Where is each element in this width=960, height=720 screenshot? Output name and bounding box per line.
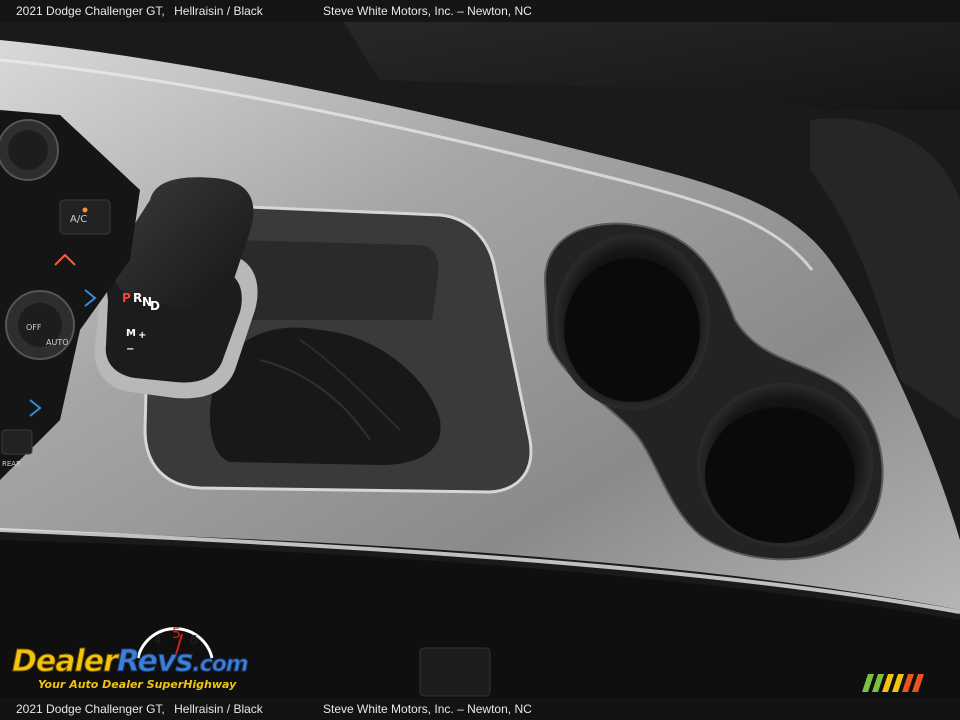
logo-text-dealer: Dealer bbox=[12, 644, 119, 680]
caption-dash: – bbox=[457, 702, 464, 716]
svg-text:P: P bbox=[122, 291, 131, 305]
dealer-name: Steve White Motors, Inc. bbox=[323, 4, 454, 18]
svg-text:D: D bbox=[150, 299, 160, 313]
svg-text:AUTO: AUTO bbox=[46, 338, 69, 347]
console-switch bbox=[419, 647, 491, 697]
bottom-caption-bar: 2021 Dodge Challenger GT, Hellraisin / B… bbox=[0, 698, 960, 720]
svg-text:M: M bbox=[126, 328, 136, 339]
vehicle-color: Hellraisin / Black bbox=[174, 702, 263, 716]
brand-stripes-icon bbox=[862, 674, 924, 692]
svg-text:A/C: A/C bbox=[70, 214, 87, 225]
svg-text:REAR: REAR bbox=[2, 460, 21, 468]
logo-text-com: .com bbox=[192, 652, 249, 678]
svg-text:+: + bbox=[138, 330, 146, 341]
dealerrevs-logo[interactable]: 4 5 6 DealerRevs.com Your Auto Dealer Su… bbox=[10, 622, 270, 694]
svg-text:R: R bbox=[133, 291, 142, 305]
dealer-location: Newton, NC bbox=[467, 702, 532, 716]
dealer-name: Steve White Motors, Inc. bbox=[323, 702, 454, 716]
vehicle-title: 2021 Dodge Challenger GT, bbox=[16, 4, 165, 18]
vehicle-title: 2021 Dodge Challenger GT, bbox=[16, 702, 165, 716]
logo-text-revs: Revs bbox=[116, 644, 193, 680]
dealer-location: Newton, NC bbox=[467, 4, 532, 18]
svg-text:OFF: OFF bbox=[26, 323, 42, 332]
center-console-photo: P R N D M + − A/C AUTO OFF REAR bbox=[0, 0, 960, 720]
caption-dash: – bbox=[457, 4, 464, 18]
svg-text:−: − bbox=[126, 344, 134, 355]
vehicle-color: Hellraisin / Black bbox=[174, 4, 263, 18]
top-caption-bar: 2021 Dodge Challenger GT, Hellraisin / B… bbox=[0, 0, 960, 22]
storage-pocket bbox=[230, 240, 439, 320]
logo-tagline: Your Auto Dealer SuperHighway bbox=[38, 678, 237, 691]
rear-defrost-button[interactable] bbox=[1, 429, 33, 455]
